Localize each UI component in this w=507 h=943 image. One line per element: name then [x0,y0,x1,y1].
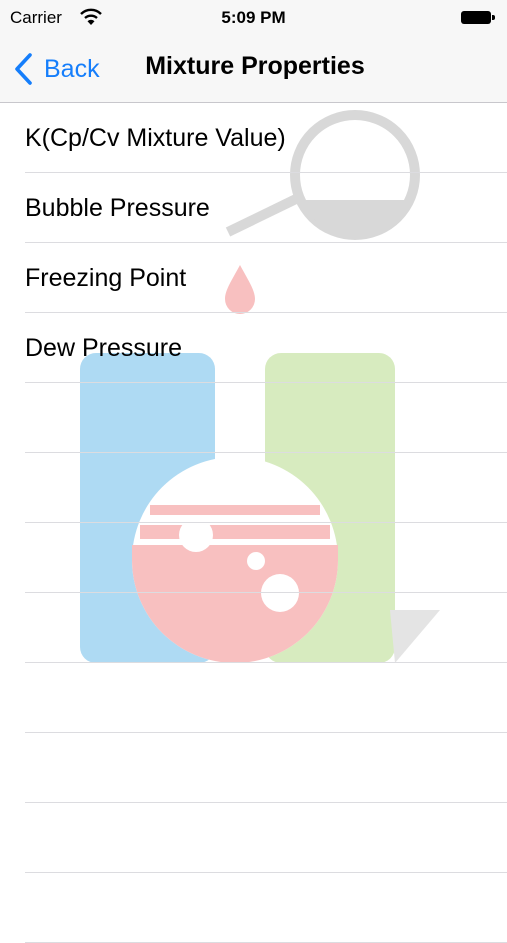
list-item-k-value[interactable]: K(Cp/Cv Mixture Value) [25,103,507,173]
empty-row [25,733,507,803]
empty-row [25,593,507,663]
list-item-label: K(Cp/Cv Mixture Value) [25,124,286,152]
empty-row [25,453,507,523]
properties-list: K(Cp/Cv Mixture Value) Bubble Pressure F… [0,103,507,943]
status-time: 5:09 PM [221,8,286,27]
list-item-label: Bubble Pressure [25,194,210,222]
list-item-label: Dew Pressure [25,334,182,362]
empty-row [25,873,507,943]
battery-icon [461,11,495,24]
back-button[interactable]: Back [12,50,100,88]
navigation-bar: Back Mixture Properties [0,38,507,103]
chevron-left-icon [15,53,32,85]
list-item-label: Freezing Point [25,264,187,292]
empty-row [25,383,507,453]
empty-row [25,803,507,873]
status-bar: Carrier 5:09 PM [0,0,507,38]
list-item-bubble-pressure[interactable]: Bubble Pressure [25,173,507,243]
empty-row [25,523,507,593]
back-button-label: Back [44,54,100,83]
list-item-freezing-point[interactable]: Freezing Point [25,243,507,313]
list-item-dew-pressure[interactable]: Dew Pressure [25,313,507,383]
empty-row [25,663,507,733]
page-title: Mixture Properties [145,52,365,80]
